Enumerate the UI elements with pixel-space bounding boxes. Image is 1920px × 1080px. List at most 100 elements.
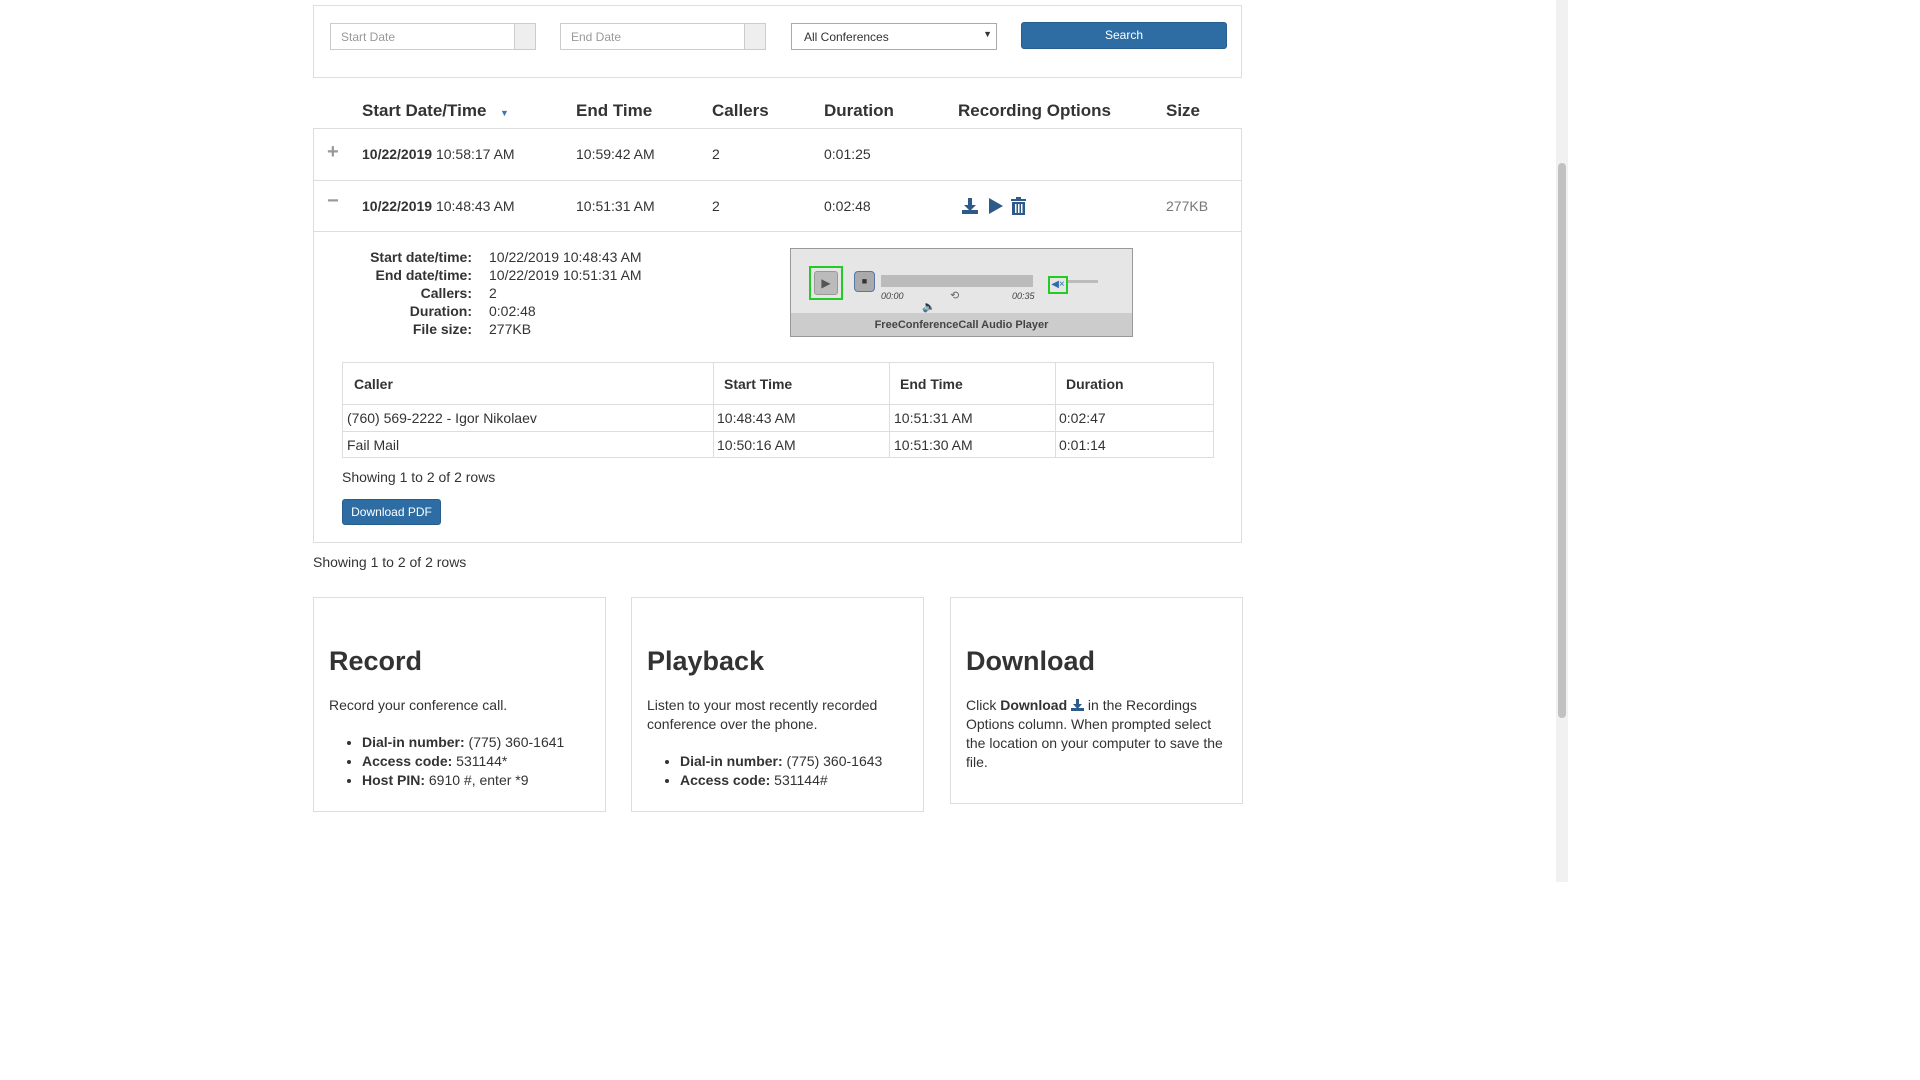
- item-value: 531144#: [770, 772, 828, 788]
- detail-end-value: 10/22/2019 10:51:31 AM: [489, 267, 642, 283]
- play-icon[interactable]: [988, 197, 1004, 215]
- conference-select[interactable]: All Conferences ▼: [791, 23, 997, 50]
- search-button[interactable]: Search: [1021, 22, 1227, 49]
- speaker-icon[interactable]: 🔈: [922, 300, 936, 313]
- start-date-input[interactable]: Start Date: [330, 23, 536, 50]
- end-date-placeholder: End Date: [571, 30, 622, 44]
- download-card-title: Download: [966, 646, 1095, 676]
- col-divider: [713, 363, 714, 457]
- row-divider: [343, 404, 1213, 405]
- col-divider: [1055, 363, 1056, 457]
- row2-duration: 0:02:48: [824, 198, 871, 214]
- player-current-time: 00:00: [881, 291, 904, 301]
- record-card-text: Record your conference call.: [329, 697, 508, 713]
- header-start-datetime[interactable]: Start Date/Time: [362, 101, 486, 121]
- callers-header-start: Start Time: [724, 376, 793, 392]
- record-card-list: Dial-in number: (775) 360-1641 Access co…: [329, 733, 564, 790]
- download-card: Download Click Download in the Recording…: [950, 597, 1243, 804]
- list-item: Access code: 531144*: [362, 752, 564, 771]
- item-label: Dial-in number:: [680, 753, 783, 769]
- player-total-time: 00:35: [1012, 291, 1035, 301]
- list-item: Host PIN: 6910 #, enter *9: [362, 771, 564, 790]
- repeat-icon[interactable]: ⟲: [950, 289, 959, 302]
- chevron-down-icon: ▼: [983, 29, 992, 39]
- header-callers[interactable]: Callers: [712, 101, 769, 121]
- end-date-input[interactable]: End Date: [560, 23, 766, 50]
- row1-time: 10:58:17 AM: [435, 146, 515, 162]
- collapse-minus-icon[interactable]: −: [327, 190, 339, 213]
- start-date-placeholder: Start Date: [341, 30, 396, 44]
- caller-row1-duration: 0:02:47: [1059, 410, 1106, 426]
- download-icon: [1071, 699, 1085, 711]
- download-text-pre: Click: [966, 697, 1001, 713]
- record-card-title: Record: [329, 646, 423, 676]
- row1-callers: 2: [712, 146, 720, 162]
- col-divider: [889, 363, 890, 457]
- playback-card-title: Playback: [647, 646, 765, 676]
- playback-card-text: Listen to your most recently recorded co…: [647, 697, 878, 732]
- player-play-button[interactable]: ▶: [809, 266, 843, 300]
- start-date-calendar-addon[interactable]: [514, 24, 535, 49]
- header-duration[interactable]: Duration: [824, 101, 894, 121]
- list-item: Access code: 531144#: [680, 771, 882, 790]
- item-label: Dial-in number:: [362, 734, 465, 750]
- callers-header-end: End Time: [900, 376, 963, 392]
- caller-row1-name: (760) 569-2222 - Igor Nikolaev: [347, 410, 537, 426]
- item-value: (775) 360-1641: [464, 734, 565, 750]
- detail-end-label: End date/time:: [375, 267, 472, 283]
- row1-date: 10/22/2019: [362, 146, 433, 162]
- header-recording-options: Recording Options: [958, 101, 1111, 120]
- conference-select-value: All Conferences: [804, 30, 889, 44]
- audio-player: ▶ ■ 00:00 00:35 ⟲ 🔈 ◀× FreeConferenceCal…: [790, 248, 1133, 337]
- callers-header-caller: Caller: [354, 376, 393, 392]
- player-caption: FreeConferenceCall Audio Player: [874, 319, 1049, 331]
- row2-time: 10:48:43 AM: [435, 198, 515, 214]
- item-value: (775) 360-1643: [782, 753, 883, 769]
- row2-size: 277KB: [1166, 198, 1209, 214]
- detail-start-label: Start date/time:: [370, 249, 472, 265]
- download-icon[interactable]: [961, 197, 979, 215]
- caller-row2-end: 10:51:30 AM: [894, 437, 973, 453]
- caller-row2-start: 10:50:16 AM: [717, 437, 796, 453]
- row-divider: [314, 180, 1241, 181]
- list-item: Dial-in number: (775) 360-1643: [680, 752, 882, 771]
- detail-duration-label: Duration:: [409, 303, 472, 319]
- record-card: Record Record your conference call. Dial…: [313, 597, 606, 812]
- row-divider: [343, 431, 1213, 432]
- player-volume-slider[interactable]: [1068, 280, 1098, 283]
- play-icon: ▶: [814, 271, 838, 295]
- caller-row1-end: 10:51:31 AM: [894, 410, 973, 426]
- download-pdf-button[interactable]: Download PDF: [342, 499, 441, 525]
- row2-end: 10:51:31 AM: [576, 198, 655, 214]
- detail-callers-value: 2: [489, 285, 497, 301]
- trash-icon[interactable]: [1011, 197, 1026, 215]
- player-mute-button[interactable]: ◀×: [1048, 276, 1068, 294]
- caller-row1-start: 10:48:43 AM: [717, 410, 796, 426]
- detail-size-label: File size:: [412, 321, 472, 337]
- download-text-bold: Download: [1000, 697, 1068, 713]
- item-label: Access code:: [362, 753, 453, 769]
- expand-plus-icon[interactable]: +: [327, 141, 339, 164]
- row2-start: 10/22/2019 10:48:43 AM: [362, 198, 515, 214]
- item-value: 531144*: [452, 753, 508, 769]
- item-label: Host PIN:: [362, 772, 425, 788]
- sort-desc-icon[interactable]: ▼: [500, 108, 509, 118]
- item-value: 6910 #, enter *9: [425, 772, 529, 788]
- row1-start: 10/22/2019 10:58:17 AM: [362, 146, 515, 162]
- end-date-calendar-addon[interactable]: [744, 24, 765, 49]
- playback-card: Playback Listen to your most recently re…: [631, 597, 924, 812]
- player-stop-button[interactable]: ■: [854, 271, 875, 292]
- caller-row2-duration: 0:01:14: [1059, 437, 1106, 453]
- callers-table: Caller Start Time End Time Duration (760…: [342, 362, 1214, 458]
- detail-size-value: 277KB: [489, 321, 532, 337]
- scrollbar-thumb[interactable]: [1558, 163, 1566, 718]
- row1-duration: 0:01:25: [824, 146, 871, 162]
- search-panel: Start Date End Date All Conferences ▼ Se…: [313, 5, 1242, 78]
- playback-card-list: Dial-in number: (775) 360-1643 Access co…: [647, 752, 882, 790]
- row2-date: 10/22/2019: [362, 198, 433, 214]
- player-seek-bar[interactable]: [881, 275, 1033, 287]
- detail-duration-value: 0:02:48: [489, 303, 536, 319]
- header-end-time[interactable]: End Time: [576, 101, 652, 121]
- header-size[interactable]: Size: [1166, 101, 1200, 121]
- callers-pagination-info: Showing 1 to 2 of 2 rows: [342, 469, 496, 485]
